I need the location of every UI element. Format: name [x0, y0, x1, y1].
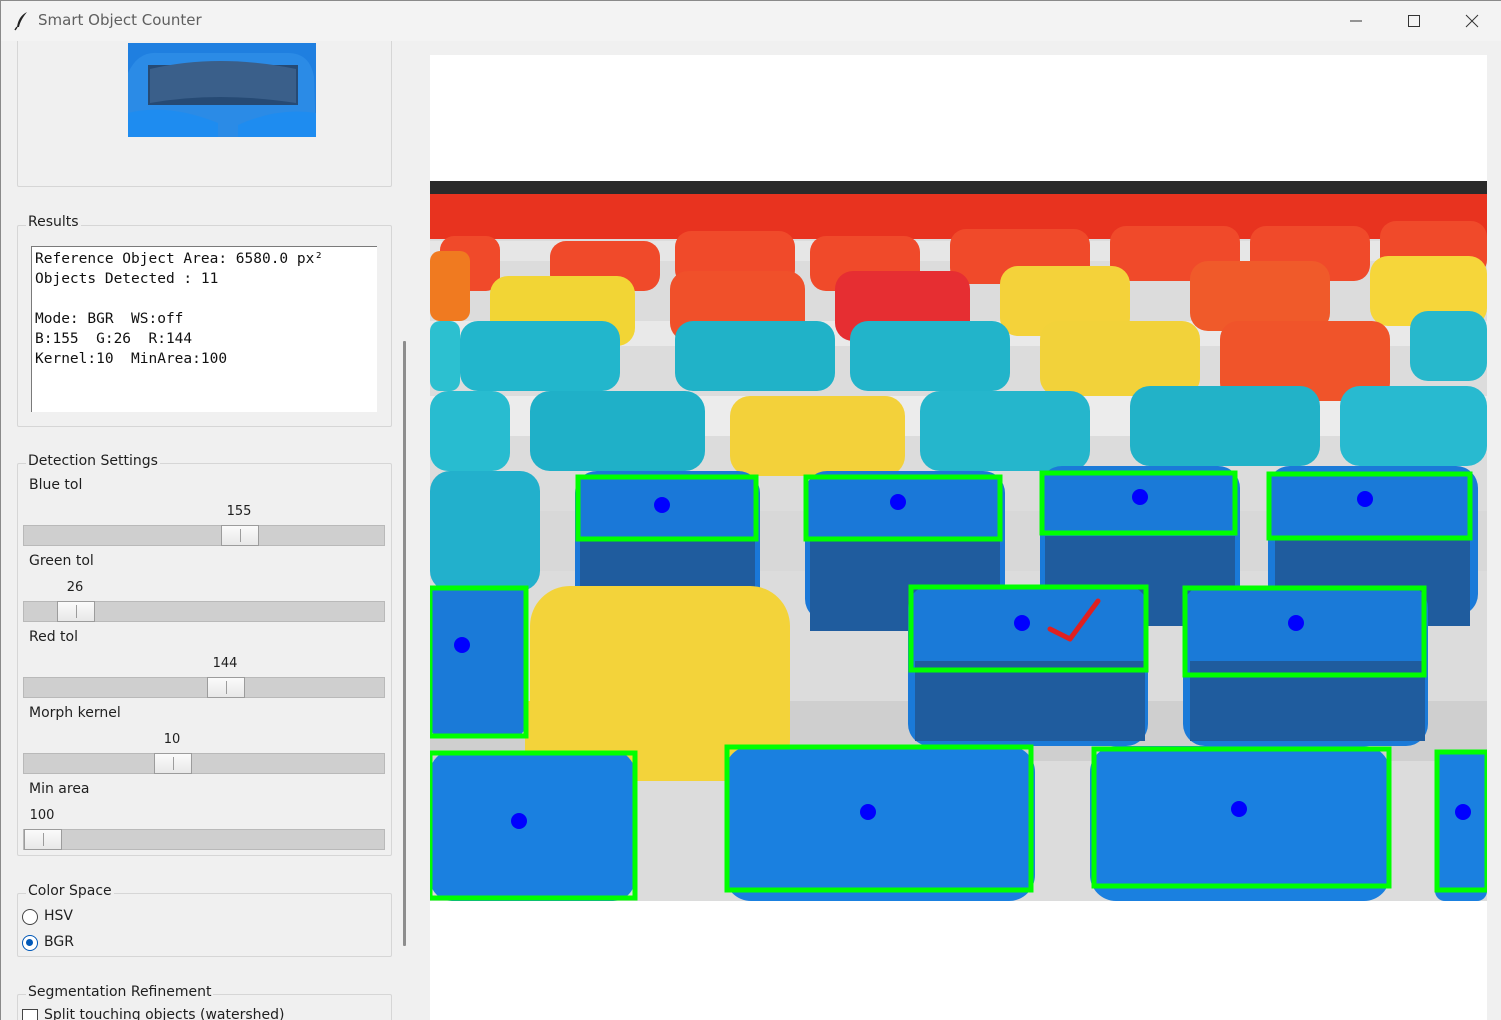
segmentation-label: Segmentation Refinement — [26, 984, 214, 1000]
hsv-radio-label: HSV — [44, 908, 73, 924]
hsv-radio[interactable] — [22, 909, 38, 925]
app-window: Smart Object Counter Results Reference O… — [0, 0, 1501, 1020]
morph-kernel-slider[interactable] — [23, 753, 385, 774]
minimize-icon — [1350, 20, 1362, 22]
red-tol-slider[interactable] — [23, 677, 385, 698]
reference-object-thumbnail — [128, 43, 316, 137]
color-space-label: Color Space — [26, 883, 114, 899]
green-tol-slider-handle[interactable] — [57, 601, 95, 622]
morph-kernel-value: 10 — [163, 732, 181, 747]
watershed-checkbox-label: Split touching objects (watershed) — [44, 1007, 285, 1020]
results-label: Results — [26, 214, 81, 230]
min-area-slider[interactable] — [23, 829, 385, 850]
green-tol-slider[interactable] — [23, 601, 385, 622]
feather-icon — [14, 12, 27, 31]
watershed-checkbox[interactable] — [22, 1009, 38, 1020]
panel-scrollbar[interactable] — [403, 341, 406, 946]
red-tol-slider-handle[interactable] — [207, 677, 245, 698]
blue-tol-label: Blue tol — [29, 477, 83, 493]
green-tol-value: 26 — [66, 580, 84, 595]
bgr-radio-label: BGR — [44, 934, 74, 950]
window-title: Smart Object Counter — [38, 11, 202, 29]
morph-kernel-label: Morph kernel — [29, 705, 121, 721]
close-icon — [1465, 14, 1479, 28]
bgr-radio[interactable] — [22, 935, 38, 951]
close-button[interactable] — [1443, 1, 1501, 41]
morph-kernel-slider-handle[interactable] — [154, 753, 192, 774]
blue-tol-slider[interactable] — [23, 525, 385, 546]
detection-settings-label: Detection Settings — [26, 453, 160, 469]
blue-tol-slider-handle[interactable] — [221, 525, 259, 546]
image-canvas[interactable] — [430, 55, 1487, 1020]
title-bar[interactable]: Smart Object Counter — [1, 1, 1501, 41]
minimize-button[interactable] — [1327, 1, 1385, 41]
red-tol-value: 144 — [212, 656, 238, 671]
reference-thumbnail-group — [17, 41, 392, 187]
control-panel: Results Reference Object Area: 6580.0 px… — [1, 41, 411, 1020]
green-tol-label: Green tol — [29, 553, 94, 569]
maximize-button[interactable] — [1385, 1, 1443, 41]
red-tol-label: Red tol — [29, 629, 78, 645]
min-area-label: Min area — [29, 781, 90, 797]
detection-result-image — [430, 181, 1487, 901]
min-area-slider-handle[interactable] — [24, 829, 62, 850]
maximize-icon — [1408, 15, 1420, 27]
blue-tol-value: 155 — [226, 504, 252, 519]
min-area-value: 100 — [29, 808, 55, 823]
results-textbox[interactable]: Reference Object Area: 6580.0 px² Object… — [31, 246, 377, 412]
